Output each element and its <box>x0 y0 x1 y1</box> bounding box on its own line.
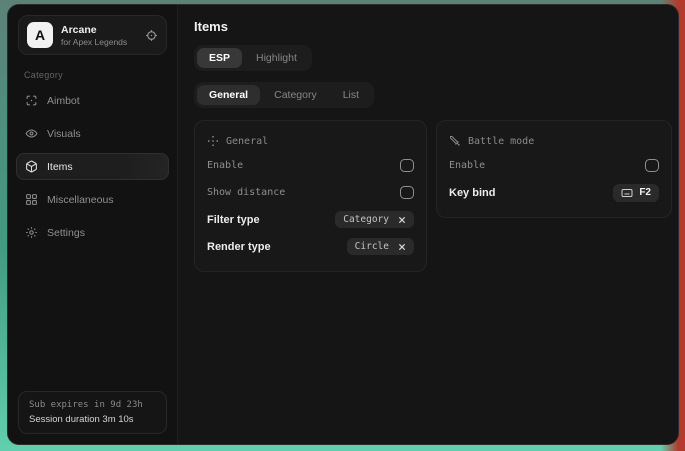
show-distance-checkbox[interactable] <box>400 186 414 199</box>
page-title: Items <box>194 19 672 34</box>
battle-mode-panel: Battle mode Enable Key bind <box>436 120 672 218</box>
tab-general[interactable]: General <box>197 85 260 105</box>
panel-title: General <box>226 136 268 147</box>
setting-row-filter-type: Filter type Category <box>207 207 414 232</box>
setting-row-enable: Enable <box>449 153 659 178</box>
sidebar-item-label: Miscellaneous <box>47 194 114 206</box>
sidebar-item-label: Settings <box>47 227 85 239</box>
selected-value: Category <box>343 214 389 225</box>
dotted-crosshair-icon <box>207 135 219 147</box>
setting-label: Enable <box>449 160 485 171</box>
subscription-info-card: Sub expires in 9d 23h Session duration 3… <box>18 391 167 434</box>
panel-title: Battle mode <box>468 136 534 147</box>
setting-row-enable: Enable <box>207 153 414 178</box>
sidebar-item-label: Visuals <box>47 128 81 140</box>
tab-esp[interactable]: ESP <box>197 48 242 68</box>
sidebar-item-items[interactable]: Items <box>16 153 169 180</box>
keyboard-icon <box>621 187 633 199</box>
crosshair-target-icon[interactable] <box>145 29 158 42</box>
tab-category[interactable]: Category <box>262 85 329 105</box>
app-logo: A <box>27 22 53 48</box>
key-bind-button[interactable]: F2 <box>613 184 659 202</box>
secondary-tab-group: General Category List <box>194 82 374 108</box>
filter-type-select[interactable]: Category <box>335 211 414 228</box>
sidebar-nav: Aimbot Visuals Items <box>8 87 177 246</box>
clear-x-icon[interactable] <box>398 216 406 224</box>
brand-card: A Arcane for Apex Legends <box>18 15 167 55</box>
setting-row-render-type: Render type Circle <box>207 234 414 259</box>
sidebar-item-label: Items <box>47 161 73 173</box>
setting-label: Enable <box>207 160 243 171</box>
setting-label: Key bind <box>449 187 495 199</box>
sub-expires-text: Sub expires in 9d 23h <box>29 400 156 410</box>
main-content: Items ESP Highlight General Category Lis… <box>178 5 679 444</box>
crosshair-frame-icon <box>25 94 38 107</box>
app-subtitle: for Apex Legends <box>61 37 127 47</box>
tab-highlight[interactable]: Highlight <box>244 48 309 68</box>
sidebar-item-settings[interactable]: Settings <box>16 219 169 246</box>
enable-checkbox[interactable] <box>400 159 414 172</box>
setting-label: Filter type <box>207 214 260 226</box>
selected-value: Circle <box>355 241 389 252</box>
key-bind-value: F2 <box>639 187 651 198</box>
general-panel: General Enable Show distance Filter type… <box>194 120 427 272</box>
package-box-icon <box>25 160 38 173</box>
sidebar-item-visuals[interactable]: Visuals <box>16 120 169 147</box>
setting-row-key-bind: Key bind F2 <box>449 180 659 205</box>
app-name: Arcane <box>61 24 127 36</box>
sidebar-item-aimbot[interactable]: Aimbot <box>16 87 169 114</box>
sidebar-item-miscellaneous[interactable]: Miscellaneous <box>16 186 169 213</box>
clear-x-icon[interactable] <box>398 243 406 251</box>
eye-icon <box>25 127 38 140</box>
setting-label: Render type <box>207 241 271 253</box>
sidebar: A Arcane for Apex Legends Category <box>8 5 178 444</box>
setting-row-show-distance: Show distance <box>207 180 414 205</box>
render-type-select[interactable]: Circle <box>347 238 414 255</box>
tab-list[interactable]: List <box>331 85 371 105</box>
sidebar-section-label: Category <box>24 70 177 80</box>
sidebar-item-label: Aimbot <box>47 95 80 107</box>
session-duration-text: Session duration 3m 10s <box>29 414 156 425</box>
gear-icon <box>25 226 38 239</box>
brand-text: Arcane for Apex Legends <box>61 24 127 47</box>
primary-tab-group: ESP Highlight <box>194 45 312 71</box>
battle-enable-checkbox[interactable] <box>645 159 659 172</box>
sword-icon <box>449 135 461 147</box>
app-window: A Arcane for Apex Legends Category <box>7 4 679 445</box>
grid-icon <box>25 193 38 206</box>
setting-label: Show distance <box>207 187 285 198</box>
